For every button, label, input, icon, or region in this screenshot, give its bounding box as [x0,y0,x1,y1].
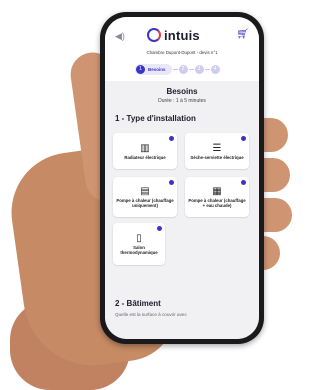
devis-line: Chambre Dupont-Dupont - devis n°1 [146,50,218,55]
towel-dryer-icon: ☰ [212,142,222,154]
app-header: ◀) intuis 🛒︎ Chambre Dupont-Dupont - dev… [105,17,259,75]
volume-icon[interactable]: ◀) [115,31,125,42]
step-label: Besoins [148,66,166,72]
step-dot: 1 [136,64,145,74]
option-card-salon-thermo[interactable]: ▯ Salon thermodynamique [113,223,165,265]
option-card-pac-eau-chaude[interactable]: ▦ Pompe à chaleur (chauffage + eau chaud… [185,177,249,217]
step-3[interactable]: 3 [194,64,204,74]
option-label: Pompe à chaleur (chauffage uniquement) [116,198,174,208]
radio-indicator [241,136,246,141]
progress-stepper: 1 Besoins 2 3 4 [135,63,220,75]
step-4[interactable]: 4 [210,64,220,74]
radio-indicator [169,180,174,185]
duration-text: Durée : 1 à 5 minutes [158,98,206,104]
logo: intuis [147,27,200,43]
option-card-radiateur[interactable]: ▥ Radiateur électrique [113,133,177,169]
heat-pump-icon: ▤ [140,186,150,197]
option-label: Radiateur électrique [124,154,166,160]
option-label: Pompe à chaleur (chauffage + eau chaude) [188,198,246,208]
cart-icon[interactable]: 🛒︎ [236,29,249,40]
section-title-batiment: 2 - Bâtiment [115,299,161,308]
main-content: Besoins Durée : 1 à 5 minutes 1 - Type d… [105,81,259,339]
step-connector [188,68,194,70]
logo-text: intuis [164,27,200,43]
step-connector [172,68,178,70]
surface-question: Quelle est la surface à couvrir avec [115,312,187,317]
step-besoins[interactable]: 1 Besoins [135,63,172,75]
page-title: Besoins [166,87,198,96]
radio-indicator [157,226,162,231]
water-heater-icon: ▯ [136,233,142,244]
section-title-installation: 1 - Type d'installation [115,114,196,123]
option-label: Salon thermodynamique [120,245,158,255]
logo-mark-icon [147,28,161,42]
step-connector [204,68,210,70]
option-card-pac-chauffage[interactable]: ▤ Pompe à chaleur (chauffage uniquement) [113,177,177,217]
phone: ◀) intuis 🛒︎ Chambre Dupont-Dupont - dev… [100,12,264,344]
option-label: Sèche-serviette électrique [190,154,244,160]
phone-screen: ◀) intuis 🛒︎ Chambre Dupont-Dupont - dev… [105,17,259,339]
radiator-icon: ▥ [140,142,150,154]
heat-pump-water-icon: ▦ [212,186,222,197]
radio-indicator [169,136,174,141]
option-card-seche-serviette[interactable]: ☰ Sèche-serviette électrique [185,133,249,169]
step-2[interactable]: 2 [178,64,188,74]
radio-indicator [241,180,246,185]
